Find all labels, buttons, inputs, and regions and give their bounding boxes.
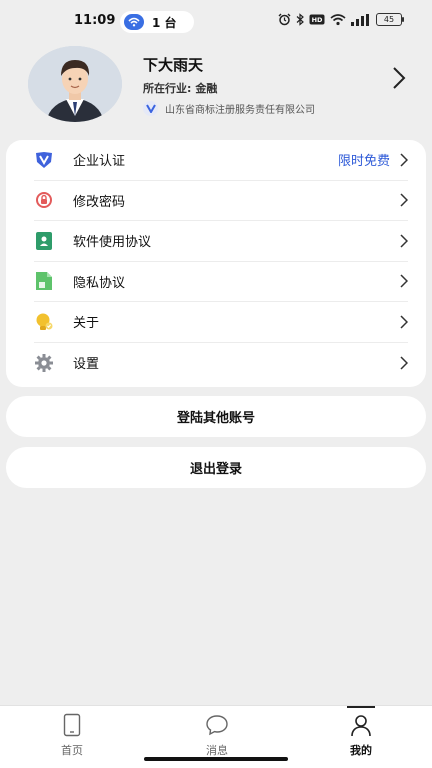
- user-icon: [321, 712, 401, 738]
- tab-messages[interactable]: 消息: [177, 712, 257, 758]
- tab-label: 消息: [206, 744, 228, 757]
- company-row: 山东省商标注册服务责任有限公司: [143, 101, 315, 116]
- password-icon: [34, 190, 54, 210]
- hd-icon: HD: [309, 14, 325, 25]
- profile-header[interactable]: 下大雨天 所在行业: 金融 山东省商标注册服务责任有限公司: [0, 44, 432, 126]
- free-badge: 限时免费: [337, 154, 390, 170]
- system-icons: HD 45: [278, 13, 404, 26]
- status-time: 11:09: [74, 13, 116, 28]
- menu-item-label: 设置: [73, 357, 100, 373]
- hotspot-label: 1 台: [152, 15, 177, 30]
- avatar[interactable]: [28, 46, 122, 122]
- menu-card: 企业认证 限时免费 修改密码 软件使用协议 隐私协议 关于 设置: [6, 140, 426, 387]
- hotspot-indicator[interactable]: 1 台: [120, 11, 194, 33]
- wifi-icon: [330, 13, 346, 25]
- menu-item-label: 修改密码: [73, 194, 126, 210]
- chevron-right-icon: [400, 274, 408, 288]
- industry-row: 所在行业: 金融: [143, 80, 217, 96]
- privacy-document-icon: [34, 271, 54, 291]
- lightbulb-icon: [34, 312, 54, 332]
- battery-icon: 45: [376, 13, 404, 26]
- phone-icon: [32, 712, 112, 738]
- verified-icon: [143, 101, 158, 116]
- chevron-right-icon: [400, 356, 408, 370]
- active-tab-indicator: [347, 706, 375, 708]
- gear-icon: [34, 353, 54, 373]
- industry-value: 金融: [195, 82, 218, 95]
- menu-item-enterprise-auth[interactable]: 企业认证 限时免费: [34, 140, 408, 181]
- menu-item-label: 软件使用协议: [73, 235, 152, 251]
- status-bar: 11:09 1 台 HD 45: [0, 0, 432, 40]
- bluetooth-icon: [296, 13, 304, 26]
- user-name: 下大雨天: [143, 56, 204, 74]
- chevron-right-icon: [400, 234, 408, 248]
- tab-me[interactable]: 我的: [321, 712, 401, 758]
- tab-label: 我的: [350, 744, 372, 757]
- home-indicator: [144, 757, 288, 761]
- verified-badge-icon: [34, 150, 54, 170]
- logout-button[interactable]: 退出登录: [6, 447, 426, 488]
- chevron-right-icon[interactable]: [392, 66, 406, 90]
- tab-label: 首页: [61, 744, 83, 757]
- menu-item-change-password[interactable]: 修改密码: [34, 181, 408, 221]
- menu-item-privacy[interactable]: 隐私协议: [34, 262, 408, 302]
- tab-home[interactable]: 首页: [32, 712, 112, 758]
- signal-icon: [351, 13, 369, 26]
- hotspot-icon: [124, 14, 144, 30]
- menu-item-label: 关于: [73, 316, 100, 332]
- svg-text:HD: HD: [312, 16, 323, 24]
- chevron-right-icon: [400, 193, 408, 207]
- menu-item-about[interactable]: 关于: [34, 302, 408, 343]
- industry-label: 所在行业:: [143, 82, 192, 95]
- chat-bubble-icon: [177, 712, 257, 738]
- alarm-icon: [278, 13, 291, 26]
- chevron-right-icon: [400, 153, 408, 167]
- menu-item-settings[interactable]: 设置: [34, 343, 408, 384]
- agreement-book-icon: [34, 231, 54, 251]
- chevron-right-icon: [400, 315, 408, 329]
- menu-item-label: 企业认证: [73, 154, 126, 170]
- menu-item-software-agreement[interactable]: 软件使用协议: [34, 221, 408, 262]
- company-name: 山东省商标注册服务责任有限公司: [165, 105, 315, 116]
- menu-item-label: 隐私协议: [73, 275, 126, 291]
- switch-account-button[interactable]: 登陆其他账号: [6, 396, 426, 437]
